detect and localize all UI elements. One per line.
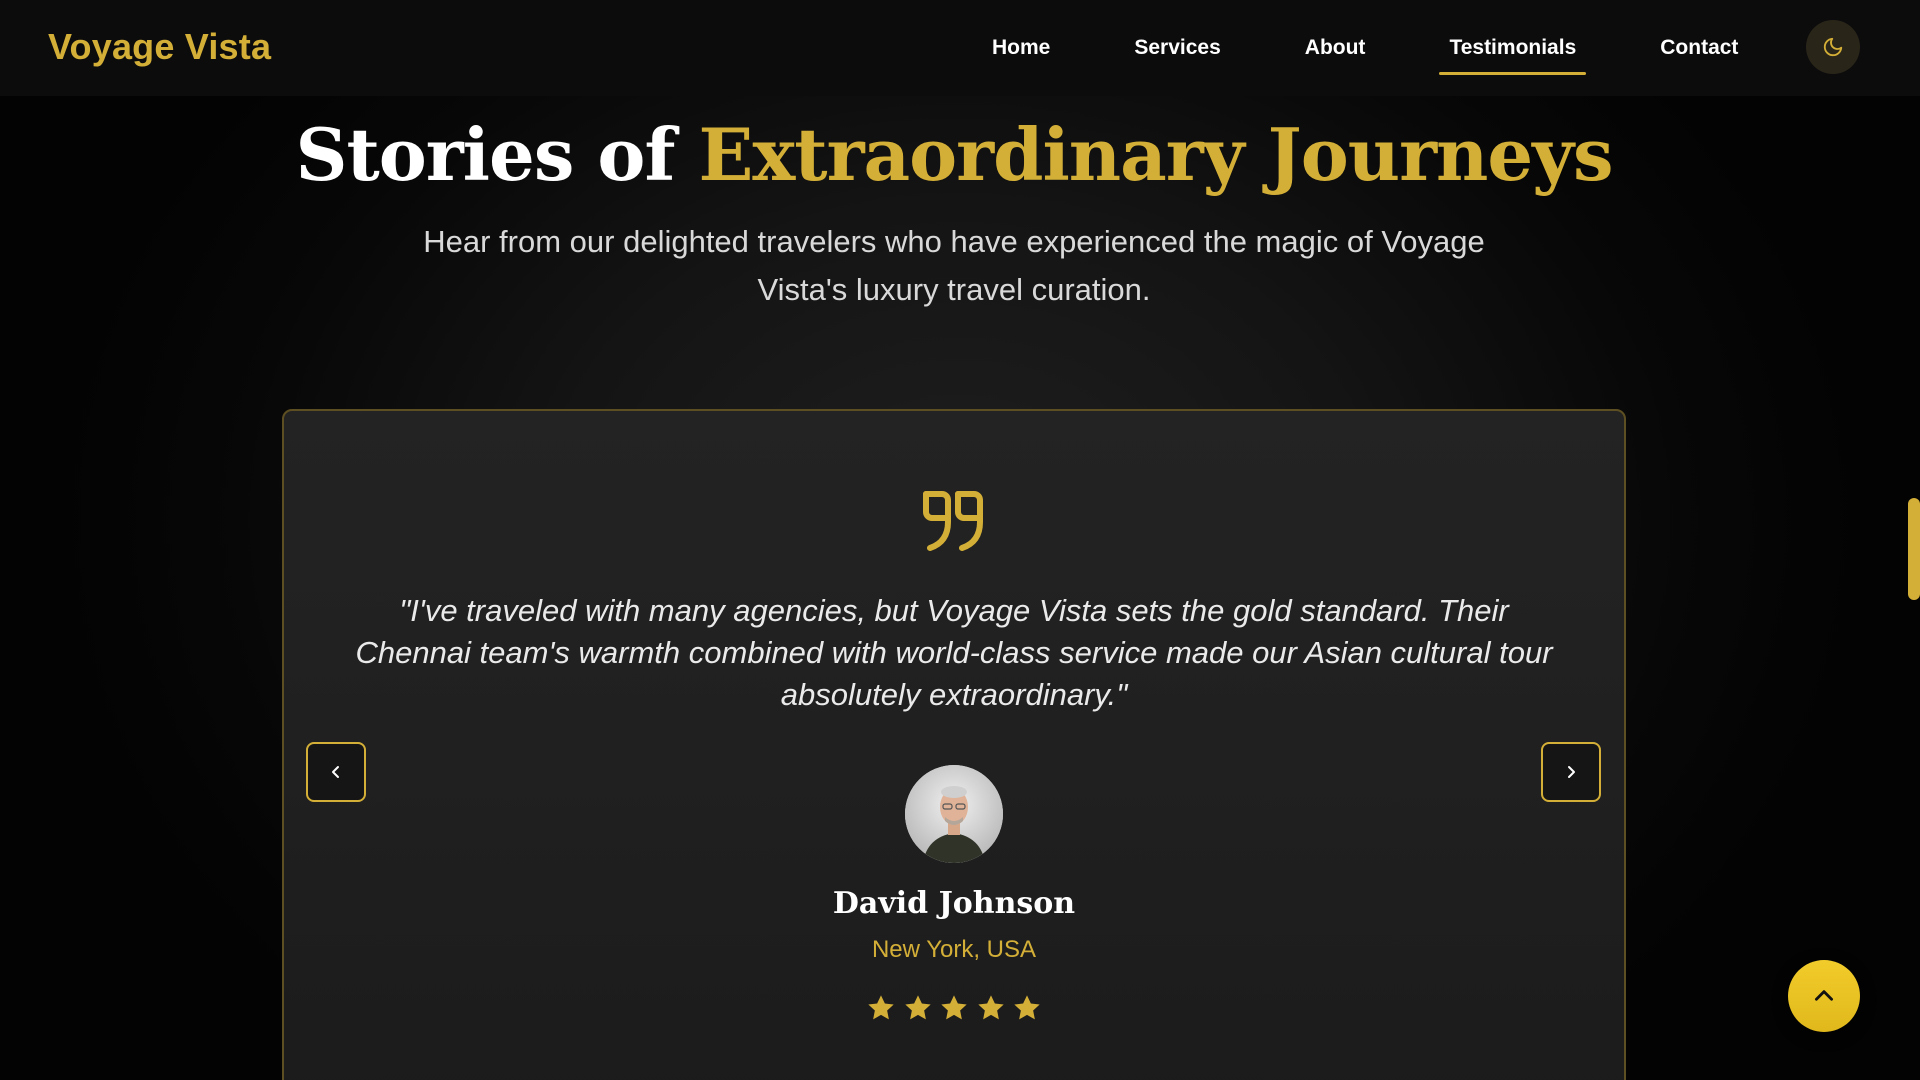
quote-icon xyxy=(923,491,983,551)
nav-link-contact[interactable]: Contact xyxy=(1642,0,1756,96)
testimonial-quote: "I've traveled with many agencies, but V… xyxy=(355,593,1553,712)
back-to-top-button[interactable] xyxy=(1788,960,1860,1032)
chevron-left-icon xyxy=(332,766,339,778)
star-icon xyxy=(1014,995,1040,1020)
author-location: New York, USA xyxy=(871,936,1037,963)
nav-link-testimonials[interactable]: Testimonials xyxy=(1431,0,1594,96)
nav-link-services[interactable]: Services xyxy=(1116,0,1238,96)
theme-toggle-button[interactable] xyxy=(1806,20,1860,74)
chevron-right-icon xyxy=(1568,766,1575,778)
carousel-next-button[interactable] xyxy=(1541,742,1601,802)
star-icon xyxy=(868,995,894,1020)
star-icon xyxy=(977,995,1004,1020)
section-title-accent: Extraordinary Journeys xyxy=(698,112,1614,197)
author-name: David Johnson xyxy=(832,886,1076,921)
star-icon xyxy=(941,995,967,1020)
brand-logo[interactable]: Voyage Vista xyxy=(48,26,271,68)
author-avatar xyxy=(905,765,1003,863)
section-title: Stories of Extraordinary Journeys xyxy=(0,112,1908,197)
rating-stars xyxy=(865,992,1043,1026)
moon-icon xyxy=(1823,37,1843,57)
section-title-prefix: Stories of xyxy=(295,112,675,197)
nav-link-home[interactable]: Home xyxy=(974,0,1068,96)
star-icon xyxy=(904,995,931,1020)
nav-links: Home Services About Testimonials Contact xyxy=(974,0,1804,96)
scrollbar-thumb[interactable] xyxy=(1908,498,1920,600)
carousel-prev-button[interactable] xyxy=(306,742,366,802)
nav-link-about[interactable]: About xyxy=(1287,0,1384,96)
chevron-up-icon xyxy=(1815,990,1833,1001)
navbar: Voyage Vista Home Services About Testimo… xyxy=(0,0,1920,96)
section-subtitle: Hear from our delighted travelers who ha… xyxy=(423,224,1485,307)
